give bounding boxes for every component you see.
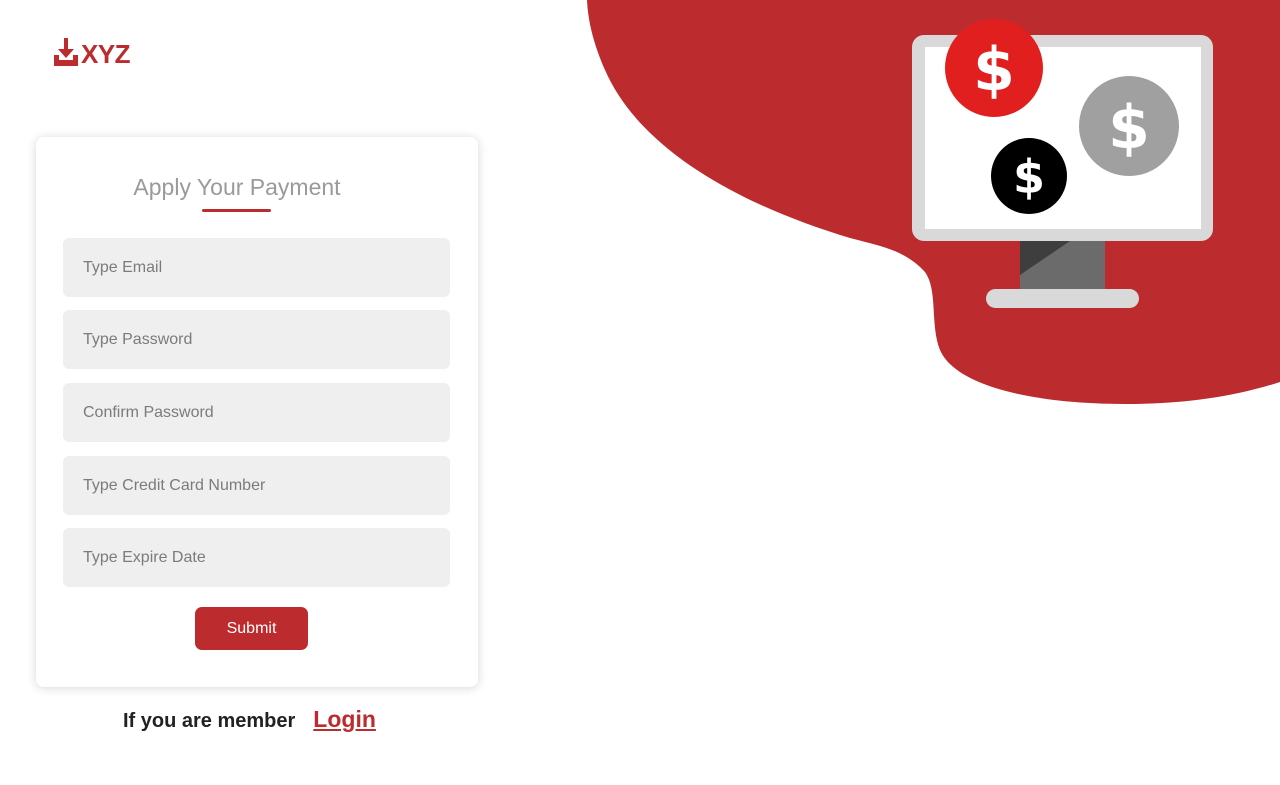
expire-date-field[interactable] — [63, 528, 450, 587]
password-field[interactable] — [63, 310, 450, 369]
brand-logo[interactable]: XYZ — [53, 37, 131, 69]
svg-text:$: $ — [973, 35, 1015, 105]
credit-card-number-field[interactable] — [63, 456, 450, 515]
submit-button[interactable]: Submit — [195, 607, 308, 650]
member-text: If you are member — [123, 710, 296, 732]
dollar-coin-red-icon: $ — [945, 19, 1043, 117]
title-underline — [202, 209, 271, 212]
red-blob-shape — [587, 0, 1280, 404]
form-title: Apply Your Payment — [133, 174, 341, 200]
email-field[interactable] — [63, 238, 450, 297]
dollar-coin-gray-icon: $ — [1079, 76, 1179, 176]
member-login-row: If you are member Login — [123, 706, 376, 742]
login-link[interactable]: Login — [313, 706, 376, 733]
dollar-coin-black-icon: $ — [991, 138, 1067, 214]
brand-name: XYZ — [81, 39, 131, 69]
download-tray-icon — [54, 38, 78, 66]
svg-text:$: $ — [1108, 93, 1150, 163]
monitor-icon — [912, 35, 1213, 308]
payment-form-card: Apply Your Payment Submit — [36, 137, 478, 687]
payment-page: $ $ $ XYZ Apply Your Payment Submit If y — [0, 0, 1280, 785]
svg-text:$: $ — [1013, 150, 1045, 204]
confirm-password-field[interactable] — [63, 383, 450, 442]
